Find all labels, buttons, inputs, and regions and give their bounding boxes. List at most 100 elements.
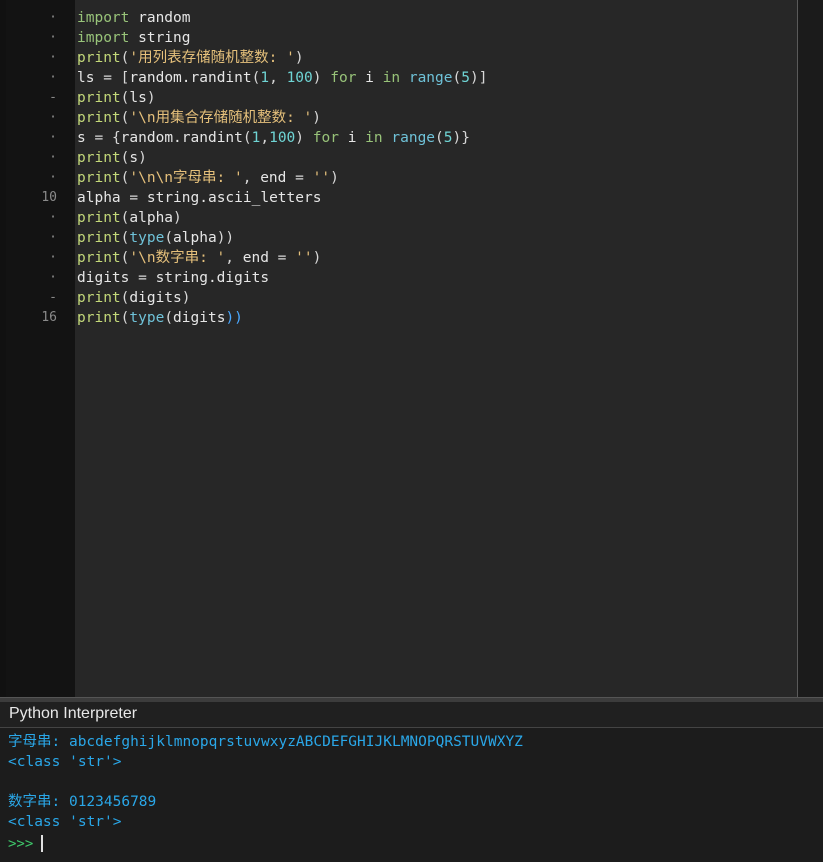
line-number: · (49, 150, 57, 165)
code-token: for (330, 70, 357, 86)
output-line: <class 'str'> (8, 754, 122, 770)
code-token: ) (312, 110, 322, 126)
code-token: i (338, 130, 366, 146)
editor-right-area (798, 0, 823, 697)
code-line: print('\n用集合存储随机整数: ') (77, 108, 321, 128)
code-token: end (242, 250, 278, 266)
console-prompt: >>> (8, 836, 42, 852)
code-token: alpha (129, 210, 174, 226)
code-token: for (312, 130, 339, 146)
code-token: '\n\n字母串: ' (129, 170, 243, 186)
code-line: print(type(alpha)) (77, 228, 234, 248)
line-number: · (49, 250, 57, 265)
code-token: import (77, 30, 130, 46)
code-token: type (129, 310, 165, 326)
code-token: 100 (286, 70, 313, 86)
code-token: , (260, 130, 270, 146)
code-line: print('\n数字串: ', end = '') (77, 248, 321, 268)
code-line: import string (77, 28, 191, 48)
code-token: '用列表存储随机整数: ' (129, 50, 295, 66)
code-token: ( (164, 230, 174, 246)
line-number: 10 (41, 190, 57, 205)
code-token: range (408, 70, 453, 86)
line-number: · (49, 210, 57, 225)
code-token: '\n用集合存储随机整数: ' (129, 110, 313, 126)
code-line: s = {random.randint(1,100) for i in rang… (77, 128, 470, 148)
code-editor[interactable]: · · · · - · · · · 10 · · · · -16 import random import s… (0, 0, 823, 697)
code-token: print (77, 150, 121, 166)
code-token: print (77, 290, 121, 306)
code-token: alpha (77, 190, 130, 206)
code-token: ) (173, 210, 182, 226)
code-token: print (77, 90, 121, 106)
code-token: ) (330, 170, 339, 186)
code-line: ls = [random.randint(1, 100) for i in ra… (77, 68, 487, 88)
code-line: import random (77, 8, 191, 28)
code-token: { (111, 130, 121, 146)
code-token: import (77, 10, 130, 26)
output-line: <class 'str'> (8, 814, 122, 830)
line-number: · (49, 230, 57, 245)
code-token: s (77, 130, 95, 146)
line-number: · (49, 110, 57, 125)
line-number-gutter: · · · · - · · · · 10 · · · · - 16 (6, 0, 75, 697)
code-token: 5 (443, 130, 453, 146)
code-line: print('\n\n字母串: ', end = '') (77, 168, 339, 188)
code-line: print(s) (77, 148, 147, 168)
code-token: random.randint (120, 130, 243, 146)
code-token: string.digits (146, 270, 270, 286)
code-token: i (356, 70, 383, 86)
line-number: - (49, 290, 57, 305)
line-number: · (49, 70, 57, 85)
code-token: random.randint (129, 70, 252, 86)
line-number: · (49, 170, 57, 185)
code-token: s (129, 150, 139, 166)
code-token: , (269, 70, 287, 86)
code-token: range (391, 130, 436, 146)
code-token: '' (295, 250, 313, 266)
code-token: end (260, 170, 296, 186)
code-token: ) (146, 90, 156, 106)
code-token: print (77, 170, 121, 186)
code-token: random (129, 10, 191, 26)
code-token: '' (312, 170, 331, 186)
code-token: ) (138, 150, 147, 166)
code-token: print (77, 310, 121, 326)
code-token: ) (295, 130, 305, 146)
code-token: ) (312, 250, 322, 266)
code-line: print(type(digits)) (77, 308, 243, 328)
code-token: ) (312, 70, 322, 86)
output-line: 字母串: abcdefghijklmnopqrstuvwxyzABCDEFGHI… (8, 734, 523, 750)
code-line: alpha = string.ascii_letters (77, 188, 321, 208)
code-token: ( (242, 130, 252, 146)
code-line: print('用列表存储随机整数: ') (77, 48, 304, 68)
code-token: , (242, 170, 261, 186)
code-token: digits (173, 310, 226, 326)
code-token: digits (77, 270, 139, 286)
line-number: · (49, 10, 57, 25)
code-token: = (295, 170, 304, 186)
code-line: print(alpha) (77, 208, 182, 228)
output-line: 数字串: 0123456789 (8, 794, 157, 810)
line-number: 16 (41, 310, 57, 325)
code-token: )) (225, 310, 243, 326)
code-token: 1 (260, 70, 270, 86)
interpreter-console[interactable]: 字母串: abcdefghijklmnopqrstuvwxyzABCDEFGHI… (0, 728, 823, 862)
code-token: = (103, 70, 112, 86)
code-token: print (77, 210, 121, 226)
code-text-area[interactable] (75, 0, 797, 697)
line-number: · (49, 50, 57, 65)
interpreter-header: Python Interpreter (0, 702, 823, 728)
code-token: ( (452, 70, 462, 86)
code-token: = (94, 130, 104, 146)
code-token: in (365, 130, 383, 146)
code-token: ( (435, 130, 444, 146)
code-line: print(digits) (77, 288, 191, 308)
code-token: '\n数字串: ' (129, 250, 226, 266)
code-line: digits = string.digits (77, 268, 269, 288)
code-token: = (138, 270, 147, 286)
